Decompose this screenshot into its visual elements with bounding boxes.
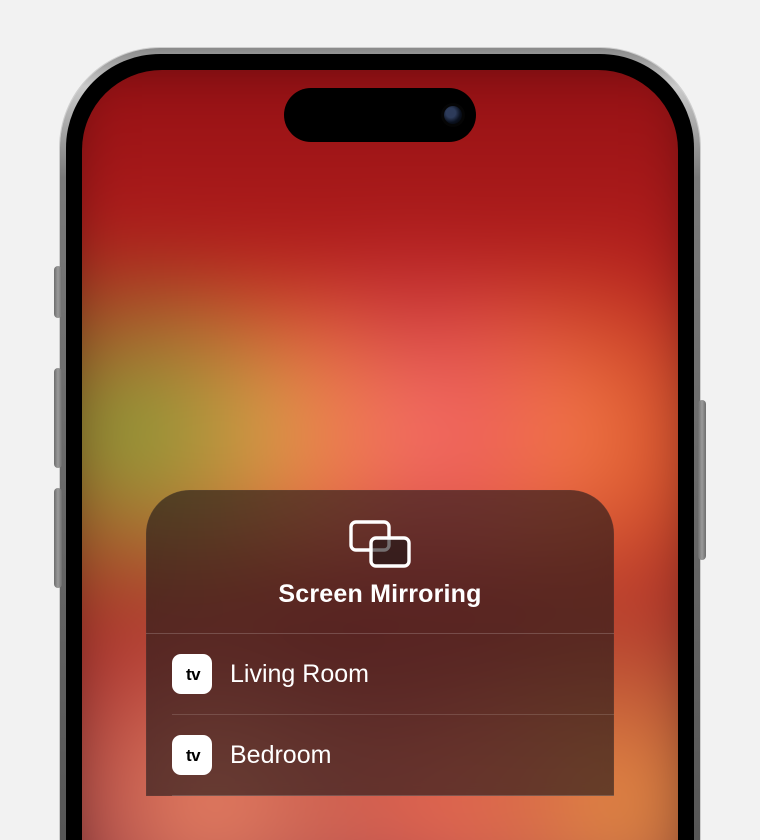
phone-bezel: Screen Mirroring tv Living Room tv (66, 54, 694, 840)
side-button[interactable] (698, 400, 706, 560)
device-label: Bedroom (230, 741, 331, 770)
panel-title: Screen Mirroring (278, 580, 481, 609)
screen: Screen Mirroring tv Living Room tv (82, 70, 678, 840)
panel-header: Screen Mirroring (146, 490, 614, 633)
device-living-room[interactable]: tv Living Room (146, 634, 614, 714)
screen-mirroring-panel: Screen Mirroring tv Living Room tv (146, 490, 614, 796)
device-label: Living Room (230, 660, 369, 689)
volume-down-button[interactable] (54, 488, 62, 588)
device-bedroom[interactable]: tv Bedroom (146, 715, 614, 795)
apple-tv-icon: tv (172, 735, 212, 775)
dynamic-island (284, 88, 476, 142)
volume-up-button[interactable] (54, 368, 62, 468)
screen-mirroring-icon (349, 520, 411, 568)
mute-switch[interactable] (54, 266, 62, 318)
divider (172, 795, 614, 796)
phone-frame: Screen Mirroring tv Living Room tv (60, 48, 700, 840)
stage: Screen Mirroring tv Living Room tv (0, 0, 760, 840)
apple-tv-icon: tv (172, 654, 212, 694)
